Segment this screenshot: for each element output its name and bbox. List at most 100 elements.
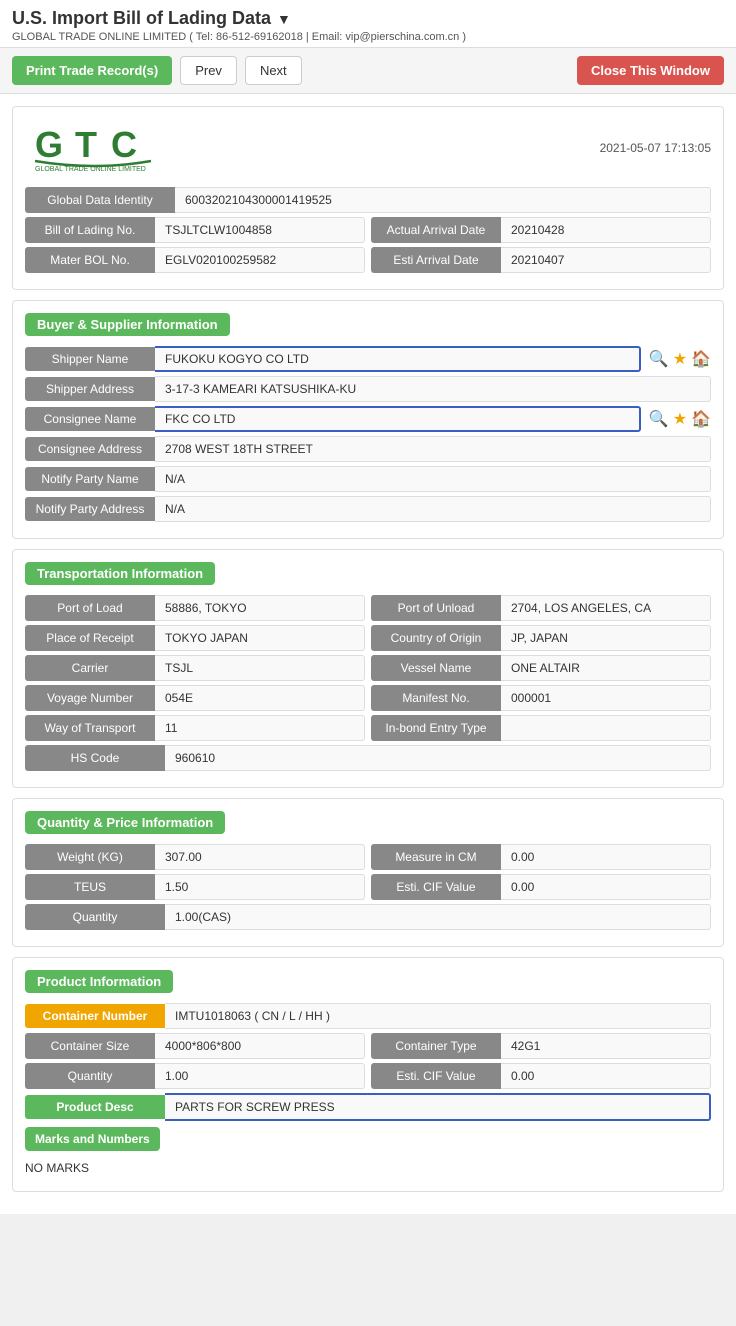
container-type-value: 42G1 [501, 1033, 711, 1059]
country-of-origin-value: JP, JAPAN [501, 625, 711, 651]
container-size-field: Container Size 4000*806*800 [25, 1033, 365, 1059]
global-data-identity-row: Global Data Identity 6003202104300001419… [25, 187, 711, 213]
mater-bol-label: Mater BOL No. [25, 247, 155, 273]
port-row: Port of Load 58886, TOKYO Port of Unload… [25, 595, 711, 621]
container-size-value: 4000*806*800 [155, 1033, 365, 1059]
timestamp: 2021-05-07 17:13:05 [600, 141, 711, 155]
close-button[interactable]: Close This Window [577, 56, 724, 85]
voyage-number-field: Voyage Number 054E [25, 685, 365, 711]
consignee-home-icon[interactable]: 🏠 [691, 409, 711, 429]
consignee-search-icon[interactable]: 🔍 [649, 409, 669, 429]
esti-arrival-field: Esti Arrival Date 20210407 [371, 247, 711, 273]
notify-party-name-row: Notify Party Name N/A [25, 466, 711, 492]
esti-arrival-value: 20210407 [501, 247, 711, 273]
prev-button[interactable]: Prev [180, 56, 237, 85]
in-bond-entry-field: In-bond Entry Type [371, 715, 711, 741]
shipper-name-label: Shipper Name [25, 347, 155, 371]
dropdown-icon[interactable]: ▼ [277, 11, 291, 27]
quantity-value: 1.00(CAS) [165, 904, 711, 930]
measure-field: Measure in CM 0.00 [371, 844, 711, 870]
actual-arrival-value: 20210428 [501, 217, 711, 243]
in-bond-entry-label: In-bond Entry Type [371, 715, 501, 741]
voyage-manifest-row: Voyage Number 054E Manifest No. 000001 [25, 685, 711, 711]
page-title: U.S. Import Bill of Lading Data [12, 8, 271, 29]
weight-field: Weight (KG) 307.00 [25, 844, 365, 870]
measure-value: 0.00 [501, 844, 711, 870]
way-inbond-row: Way of Transport 11 In-bond Entry Type [25, 715, 711, 741]
card-header: G T C GLOBAL TRADE ONLINE LIMITED 2021-0… [25, 119, 711, 177]
weight-label: Weight (KG) [25, 844, 155, 870]
esti-cif-field: Esti. CIF Value 0.00 [371, 874, 711, 900]
weight-value: 307.00 [155, 844, 365, 870]
product-desc-label: Product Desc [25, 1095, 165, 1119]
quantity-price-title: Quantity & Price Information [25, 811, 225, 834]
marks-and-numbers-label: Marks and Numbers [25, 1127, 160, 1151]
esti-cif-label: Esti. CIF Value [371, 874, 501, 900]
prod-quantity-field: Quantity 1.00 [25, 1063, 365, 1089]
teus-value: 1.50 [155, 874, 365, 900]
container-type-label: Container Type [371, 1033, 501, 1059]
vessel-name-value: ONE ALTAIR [501, 655, 711, 681]
receipt-origin-row: Place of Receipt TOKYO JAPAN Country of … [25, 625, 711, 651]
port-of-unload-value: 2704, LOS ANGELES, CA [501, 595, 711, 621]
port-of-load-value: 58886, TOKYO [155, 595, 365, 621]
consignee-address-label: Consignee Address [25, 437, 155, 461]
hs-code-label: HS Code [25, 745, 165, 771]
svg-text:C: C [111, 124, 137, 165]
print-button[interactable]: Print Trade Record(s) [12, 56, 172, 85]
shipper-name-row: Shipper Name FUKOKU KOGYO CO LTD 🔍 ★ 🏠 [25, 346, 711, 372]
container-size-type-row: Container Size 4000*806*800 Container Ty… [25, 1033, 711, 1059]
mater-bol-esti-row: Mater BOL No. EGLV020100259582 Esti Arri… [25, 247, 711, 273]
carrier-field: Carrier TSJL [25, 655, 365, 681]
logo-area: G T C GLOBAL TRADE ONLINE LIMITED [25, 119, 165, 177]
marks-section: Marks and Numbers NO MARKS [25, 1127, 711, 1179]
esti-arrival-label: Esti Arrival Date [371, 247, 501, 273]
container-number-value: IMTU1018063 ( CN / L / HH ) [165, 1003, 711, 1029]
consignee-name-value: FKC CO LTD [155, 406, 641, 432]
shipper-address-value: 3-17-3 KAMEARI KATSUSHIKA-KU [155, 376, 711, 402]
container-number-label: Container Number [25, 1004, 165, 1028]
actual-arrival-label: Actual Arrival Date [371, 217, 501, 243]
mater-bol-value: EGLV020100259582 [155, 247, 365, 273]
notify-party-address-label: Notify Party Address [25, 497, 155, 521]
notify-party-address-row: Notify Party Address N/A [25, 496, 711, 522]
next-button[interactable]: Next [245, 56, 302, 85]
buyer-supplier-section: Buyer & Supplier Information Shipper Nam… [12, 300, 724, 539]
manifest-no-value: 000001 [501, 685, 711, 711]
voyage-number-value: 054E [155, 685, 365, 711]
container-size-label: Container Size [25, 1033, 155, 1059]
carrier-vessel-row: Carrier TSJL Vessel Name ONE ALTAIR [25, 655, 711, 681]
country-of-origin-field: Country of Origin JP, JAPAN [371, 625, 711, 651]
in-bond-entry-value [501, 715, 711, 741]
country-of-origin-label: Country of Origin [371, 625, 501, 651]
shipper-search-icon[interactable]: 🔍 [649, 349, 669, 369]
measure-label: Measure in CM [371, 844, 501, 870]
svg-text:GLOBAL TRADE ONLINE LIMITED: GLOBAL TRADE ONLINE LIMITED [35, 166, 146, 173]
shipper-home-icon[interactable]: 🏠 [691, 349, 711, 369]
product-info-title: Product Information [25, 970, 173, 993]
consignee-address-value: 2708 WEST 18TH STREET [155, 436, 711, 462]
actual-arrival-field: Actual Arrival Date 20210428 [371, 217, 711, 243]
shipper-action-icons: 🔍 ★ 🏠 [649, 349, 711, 369]
port-of-unload-label: Port of Unload [371, 595, 501, 621]
consignee-action-icons: 🔍 ★ 🏠 [649, 409, 711, 429]
consignee-star-icon[interactable]: ★ [673, 409, 687, 429]
shipper-star-icon[interactable]: ★ [673, 349, 687, 369]
shipper-name-value: FUKOKU KOGYO CO LTD [155, 346, 641, 372]
svg-text:T: T [75, 124, 97, 165]
product-desc-value: PARTS FOR SCREW PRESS [165, 1093, 711, 1121]
mater-bol-field: Mater BOL No. EGLV020100259582 [25, 247, 365, 273]
port-of-load-field: Port of Load 58886, TOKYO [25, 595, 365, 621]
container-type-field: Container Type 42G1 [371, 1033, 711, 1059]
prod-esti-cif-value: 0.00 [501, 1063, 711, 1089]
teus-cif-row: TEUS 1.50 Esti. CIF Value 0.00 [25, 874, 711, 900]
way-of-transport-label: Way of Transport [25, 715, 155, 741]
header: U.S. Import Bill of Lading Data ▼ GLOBAL… [0, 0, 736, 48]
prod-quantity-value: 1.00 [155, 1063, 365, 1089]
teus-label: TEUS [25, 874, 155, 900]
port-of-load-label: Port of Load [25, 595, 155, 621]
product-info-section: Product Information Container Number IMT… [12, 957, 724, 1192]
teus-field: TEUS 1.50 [25, 874, 365, 900]
quantity-row: Quantity 1.00(CAS) [25, 904, 711, 930]
place-of-receipt-label: Place of Receipt [25, 625, 155, 651]
